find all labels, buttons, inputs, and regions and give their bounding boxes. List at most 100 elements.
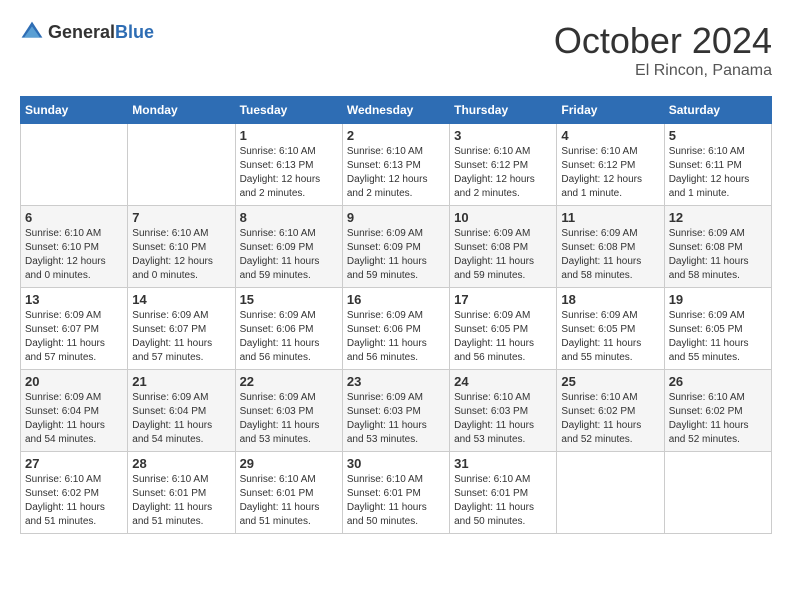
calendar-cell: 17 Sunrise: 6:09 AM Sunset: 6:05 PM Dayli… — [450, 288, 557, 370]
calendar-cell: 8 Sunrise: 6:10 AM Sunset: 6:09 PM Daylig… — [235, 206, 342, 288]
calendar-cell — [21, 124, 128, 206]
calendar-cell: 14 Sunrise: 6:09 AM Sunset: 6:07 PM Dayli… — [128, 288, 235, 370]
day-info: Sunrise: 6:10 AM Sunset: 6:02 PM Dayligh… — [561, 391, 659, 447]
calendar-cell: 20Sunrise: 6:09 AM Sunset: 6:04 PM Dayli… — [21, 370, 128, 452]
col-sunday: Sunday — [21, 97, 128, 124]
day-number: 27 — [25, 456, 123, 471]
day-info: Sunrise: 6:10 AM Sunset: 6:02 PM Dayligh… — [669, 391, 767, 447]
calendar-cell: 15Sunrise: 6:09 AM Sunset: 6:06 PM Dayli… — [235, 288, 342, 370]
calendar-cell: 16Sunrise: 6:09 AM Sunset: 6:06 PM Dayli… — [342, 288, 449, 370]
calendar-cell: 22Sunrise: 6:09 AM Sunset: 6:03 PM Dayli… — [235, 370, 342, 452]
day-info: Sunrise: 6:09 AM Sunset: 6:05 PM Dayligh… — [669, 309, 767, 365]
day-info: Sunrise: 6:09 AM Sunset: 6:04 PM Dayligh… — [132, 391, 230, 447]
day-number: 2 — [347, 128, 445, 143]
calendar-cell: 13 Sunrise: 6:09 AM Sunset: 6:07 PM Dayli… — [21, 288, 128, 370]
day-number: 5 — [669, 128, 767, 143]
month-title: October 2024 — [554, 20, 772, 62]
calendar-cell: 4Sunrise: 6:10 AM Sunset: 6:12 PM Daylig… — [557, 124, 664, 206]
day-info: Sunrise: 6:10 AM Sunset: 6:11 PM Dayligh… — [669, 145, 767, 201]
day-info: Sunrise: 6:10 AM Sunset: 6:01 PM Dayligh… — [132, 473, 230, 529]
day-number: 6 — [25, 210, 123, 225]
col-friday: Friday — [557, 97, 664, 124]
day-number: 13 — [25, 292, 123, 307]
logo: GeneralBlue — [20, 20, 154, 44]
day-number: 24 — [454, 374, 552, 389]
day-number: 30 — [347, 456, 445, 471]
day-number: 31 — [454, 456, 552, 471]
calendar-cell: 28 Sunrise: 6:10 AM Sunset: 6:01 PM Dayli… — [128, 452, 235, 534]
calendar-cell — [664, 452, 771, 534]
calendar-header: Sunday Monday Tuesday Wednesday Thursday… — [21, 97, 772, 124]
calendar-cell: 26 Sunrise: 6:10 AM Sunset: 6:02 PM Dayli… — [664, 370, 771, 452]
day-info: Sunrise: 6:10 AM Sunset: 6:02 PM Dayligh… — [25, 473, 123, 529]
day-number: 16 — [347, 292, 445, 307]
day-info: Sunrise: 6:10 AM Sunset: 6:03 PM Dayligh… — [454, 391, 552, 447]
calendar-cell: 30 Sunrise: 6:10 AM Sunset: 6:01 PM Dayli… — [342, 452, 449, 534]
calendar-cell: 6 Sunrise: 6:10 AM Sunset: 6:10 PM Daylig… — [21, 206, 128, 288]
day-number: 18 — [561, 292, 659, 307]
col-thursday: Thursday — [450, 97, 557, 124]
day-info: Sunrise: 6:10 AM Sunset: 6:09 PM Dayligh… — [240, 227, 338, 283]
location-title: El Rincon, Panama — [554, 62, 772, 80]
day-info: Sunrise: 6:09 AM Sunset: 6:07 PM Dayligh… — [132, 309, 230, 365]
calendar-table: Sunday Monday Tuesday Wednesday Thursday… — [20, 96, 772, 534]
calendar-week-3: 13 Sunrise: 6:09 AM Sunset: 6:07 PM Dayli… — [21, 288, 772, 370]
day-number: 29 — [240, 456, 338, 471]
calendar-week-5: 27 Sunrise: 6:10 AM Sunset: 6:02 PM Dayli… — [21, 452, 772, 534]
day-info: Sunrise: 6:09 AM Sunset: 6:09 PM Dayligh… — [347, 227, 445, 283]
day-number: 12 — [669, 210, 767, 225]
calendar-cell: 29 Sunrise: 6:10 AM Sunset: 6:01 PM Dayli… — [235, 452, 342, 534]
day-info: Sunrise: 6:09 AM Sunset: 6:04 PM Dayligh… — [25, 391, 123, 447]
day-number: 19 — [669, 292, 767, 307]
calendar-cell: 31 Sunrise: 6:10 AM Sunset: 6:01 PM Dayli… — [450, 452, 557, 534]
calendar-week-1: 1Sunrise: 6:10 AM Sunset: 6:13 PM Daylig… — [21, 124, 772, 206]
day-number: 17 — [454, 292, 552, 307]
day-number: 1 — [240, 128, 338, 143]
day-number: 14 — [132, 292, 230, 307]
calendar-cell: 10 Sunrise: 6:09 AM Sunset: 6:08 PM Dayli… — [450, 206, 557, 288]
calendar-week-2: 6 Sunrise: 6:10 AM Sunset: 6:10 PM Daylig… — [21, 206, 772, 288]
logo-blue: Blue — [115, 22, 154, 42]
day-number: 22 — [240, 374, 338, 389]
calendar-week-4: 20Sunrise: 6:09 AM Sunset: 6:04 PM Dayli… — [21, 370, 772, 452]
calendar-body: 1Sunrise: 6:10 AM Sunset: 6:13 PM Daylig… — [21, 124, 772, 534]
calendar-cell: 18 Sunrise: 6:09 AM Sunset: 6:05 PM Dayli… — [557, 288, 664, 370]
calendar-cell: 12 Sunrise: 6:09 AM Sunset: 6:08 PM Dayli… — [664, 206, 771, 288]
col-monday: Monday — [128, 97, 235, 124]
day-number: 3 — [454, 128, 552, 143]
day-info: Sunrise: 6:10 AM Sunset: 6:01 PM Dayligh… — [240, 473, 338, 529]
day-info: Sunrise: 6:09 AM Sunset: 6:08 PM Dayligh… — [669, 227, 767, 283]
calendar-cell: 9 Sunrise: 6:09 AM Sunset: 6:09 PM Daylig… — [342, 206, 449, 288]
day-info: Sunrise: 6:10 AM Sunset: 6:10 PM Dayligh… — [25, 227, 123, 283]
day-info: Sunrise: 6:09 AM Sunset: 6:05 PM Dayligh… — [561, 309, 659, 365]
day-info: Sunrise: 6:09 AM Sunset: 6:06 PM Dayligh… — [240, 309, 338, 365]
calendar-cell: 3 Sunrise: 6:10 AM Sunset: 6:12 PM Daylig… — [450, 124, 557, 206]
calendar-cell: 11Sunrise: 6:09 AM Sunset: 6:08 PM Dayli… — [557, 206, 664, 288]
day-info: Sunrise: 6:10 AM Sunset: 6:01 PM Dayligh… — [347, 473, 445, 529]
day-info: Sunrise: 6:09 AM Sunset: 6:05 PM Dayligh… — [454, 309, 552, 365]
day-number: 8 — [240, 210, 338, 225]
calendar-cell: 2Sunrise: 6:10 AM Sunset: 6:13 PM Daylig… — [342, 124, 449, 206]
calendar-cell — [128, 124, 235, 206]
day-number: 26 — [669, 374, 767, 389]
day-info: Sunrise: 6:10 AM Sunset: 6:10 PM Dayligh… — [132, 227, 230, 283]
day-number: 23 — [347, 374, 445, 389]
header-row: Sunday Monday Tuesday Wednesday Thursday… — [21, 97, 772, 124]
day-info: Sunrise: 6:09 AM Sunset: 6:08 PM Dayligh… — [454, 227, 552, 283]
logo-general: General — [48, 22, 115, 42]
day-number: 21 — [132, 374, 230, 389]
day-number: 11 — [561, 210, 659, 225]
day-info: Sunrise: 6:10 AM Sunset: 6:01 PM Dayligh… — [454, 473, 552, 529]
calendar-cell: 7Sunrise: 6:10 AM Sunset: 6:10 PM Daylig… — [128, 206, 235, 288]
col-tuesday: Tuesday — [235, 97, 342, 124]
calendar-cell: 1Sunrise: 6:10 AM Sunset: 6:13 PM Daylig… — [235, 124, 342, 206]
day-info: Sunrise: 6:09 AM Sunset: 6:07 PM Dayligh… — [25, 309, 123, 365]
day-number: 9 — [347, 210, 445, 225]
day-number: 25 — [561, 374, 659, 389]
day-number: 10 — [454, 210, 552, 225]
day-info: Sunrise: 6:10 AM Sunset: 6:12 PM Dayligh… — [454, 145, 552, 201]
day-number: 28 — [132, 456, 230, 471]
calendar-cell: 25 Sunrise: 6:10 AM Sunset: 6:02 PM Dayli… — [557, 370, 664, 452]
logo-icon — [20, 20, 44, 44]
day-info: Sunrise: 6:10 AM Sunset: 6:12 PM Dayligh… — [561, 145, 659, 201]
